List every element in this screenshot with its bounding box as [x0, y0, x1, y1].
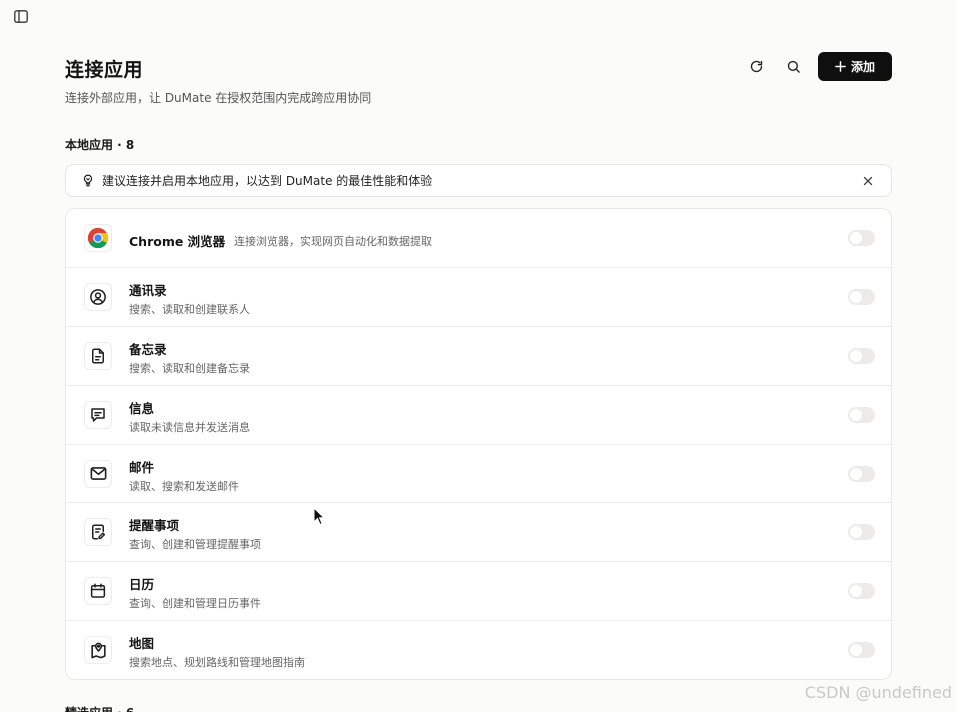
refresh-icon — [750, 60, 763, 73]
mouse-cursor-icon — [313, 507, 325, 526]
app-toggle-maps[interactable] — [848, 642, 875, 659]
sidebar-toggle-button[interactable] — [12, 7, 30, 25]
plus-icon — [835, 61, 846, 72]
app-description: 连接浏览器，实现网页自动化和数据提取 — [234, 235, 432, 248]
page-header: 连接应用 连接外部应用，让 DuMate 在授权范围内完成跨应用协同 添加 — [65, 52, 892, 112]
page-title: 连接应用 — [65, 59, 144, 81]
local-app-list: Chrome 浏览器 连接浏览器，实现网页自动化和数据提取 通讯录 搜索、读取和… — [65, 208, 892, 680]
app-toggle-chrome[interactable] — [848, 230, 875, 246]
toggle-knob — [850, 290, 862, 303]
app-row-maps: 地图 搜索地点、规划路线和管理地图指南 — [66, 621, 891, 679]
app-toggle-mail[interactable] — [848, 465, 875, 482]
app-row-mail: 邮件 读取、搜索和发送邮件 — [66, 445, 891, 504]
toggle-knob — [850, 585, 862, 598]
lightbulb-icon — [83, 174, 93, 187]
app-row-contacts: 通讯录 搜索、读取和创建联系人 — [66, 268, 891, 327]
app-toggle-contacts[interactable] — [848, 288, 875, 305]
messages-icon — [84, 400, 112, 429]
refresh-button[interactable] — [742, 52, 771, 81]
search-icon — [787, 60, 800, 73]
app-name: 邮件 — [129, 459, 155, 475]
header-actions: 添加 — [742, 52, 892, 81]
tip-close-button[interactable] — [860, 173, 876, 189]
toggle-knob — [850, 408, 862, 421]
app-toggle-calendar[interactable] — [848, 583, 875, 600]
app-row-calendar: 日历 查询、创建和管理日历事件 — [66, 562, 891, 622]
app-description: 搜索、读取和创建备忘录 — [129, 361, 250, 375]
calendar-icon — [84, 577, 112, 606]
app-toggle-notes[interactable] — [848, 347, 875, 364]
contacts-icon — [84, 282, 112, 311]
notes-icon — [84, 341, 112, 370]
app-description: 读取、搜索和发送邮件 — [129, 479, 239, 493]
app-row-chrome: Chrome 浏览器 连接浏览器，实现网页自动化和数据提取 — [66, 209, 891, 268]
app-row-messages: 信息 读取未读信息并发送消息 — [66, 386, 891, 445]
app-name: 备忘录 — [129, 341, 167, 357]
featured-apps-section-title: 精选应用 · 6 — [65, 704, 134, 712]
app-name: 日历 — [129, 577, 155, 593]
app-name: Chrome 浏览器 — [129, 234, 226, 249]
app-name: 信息 — [129, 400, 155, 416]
reminders-icon — [84, 518, 112, 547]
tip-text: 建议连接并启用本地应用，以达到 DuMate 的最佳性能和体验 — [102, 174, 433, 188]
search-button[interactable] — [779, 52, 808, 81]
page-subtitle: 连接外部应用，让 DuMate 在授权范围内完成跨应用协同 — [65, 91, 372, 105]
toggle-knob — [850, 349, 862, 362]
maps-icon — [84, 636, 112, 665]
close-icon — [863, 176, 873, 185]
toggle-knob — [850, 467, 862, 480]
toggle-knob — [850, 526, 862, 539]
app-row-notes: 备忘录 搜索、读取和创建备忘录 — [66, 327, 891, 386]
add-button-label: 添加 — [850, 60, 875, 74]
app-description: 查询、创建和管理提醒事项 — [129, 538, 261, 552]
app-description: 搜索、读取和创建联系人 — [129, 302, 250, 316]
app-toggle-messages[interactable] — [848, 406, 875, 423]
sidebar-toggle-icon — [14, 9, 28, 23]
app-toggle-reminders[interactable] — [848, 524, 875, 541]
app-name: 地图 — [129, 636, 155, 652]
watermark: CSDN @undefined — [804, 683, 952, 702]
chrome-icon — [84, 224, 112, 252]
add-button[interactable]: 添加 — [818, 52, 892, 81]
app-name: 提醒事项 — [129, 518, 180, 534]
app-description: 读取未读信息并发送消息 — [129, 420, 250, 434]
app-name: 通讯录 — [129, 282, 167, 298]
toggle-knob — [850, 644, 862, 657]
app-row-reminders: 提醒事项 查询、创建和管理提醒事项 — [66, 503, 891, 563]
tip-banner: 建议连接并启用本地应用，以达到 DuMate 的最佳性能和体验 — [65, 164, 892, 197]
app-description: 搜索地点、规划路线和管理地图指南 — [129, 656, 305, 670]
mail-icon — [84, 459, 112, 488]
app-description: 查询、创建和管理日历事件 — [129, 597, 261, 611]
toggle-knob — [850, 232, 862, 244]
local-apps-section-title: 本地应用 · 8 — [65, 138, 135, 152]
